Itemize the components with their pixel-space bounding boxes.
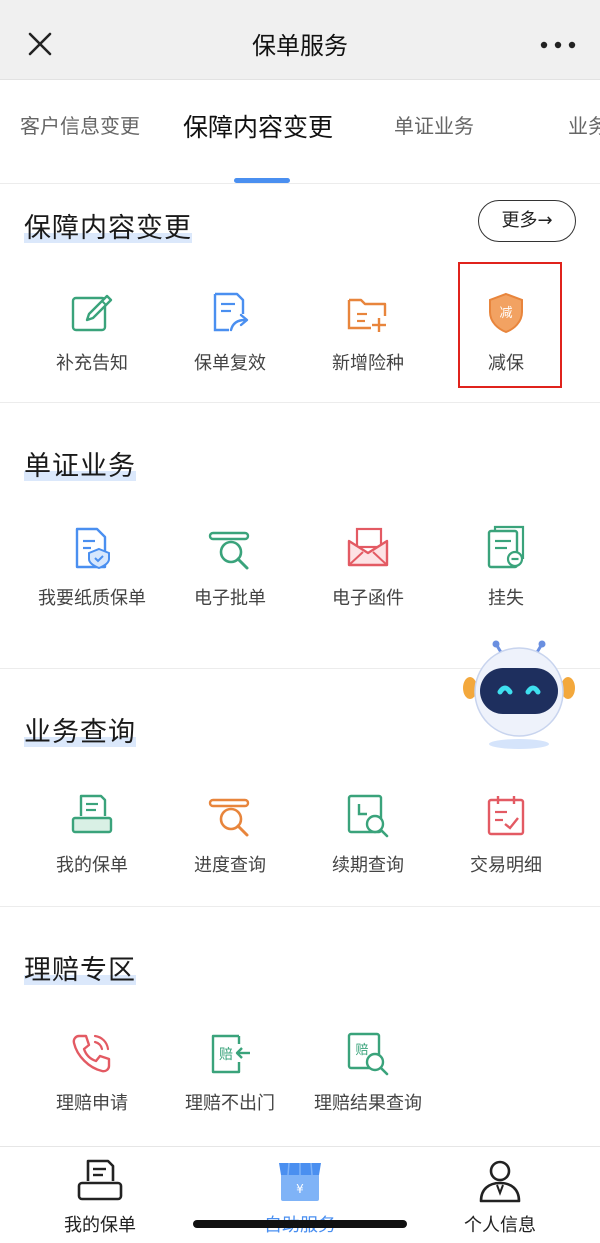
robot-assistant-icon[interactable] bbox=[458, 640, 580, 756]
edit-icon bbox=[71, 294, 113, 332]
claim-search-icon: 赔 bbox=[347, 1032, 389, 1076]
item-supplementary-notice[interactable]: 补充告知 bbox=[32, 290, 152, 377]
item-electronic-endorsement[interactable]: 电子批单 bbox=[170, 525, 290, 612]
store-icon: ¥ bbox=[279, 1162, 321, 1201]
item-claim-application[interactable]: 理赔申请 bbox=[32, 1030, 152, 1117]
folder-add-icon bbox=[347, 298, 387, 332]
item-electronic-letter[interactable]: 电子函件 bbox=[308, 525, 428, 612]
search-document-icon bbox=[208, 531, 250, 570]
svg-text:赔: 赔 bbox=[355, 1043, 368, 1058]
paper-policy-icon bbox=[75, 527, 110, 570]
item-transaction-details[interactable]: 交易明细 bbox=[446, 792, 566, 879]
divider bbox=[0, 402, 600, 403]
home-indicator bbox=[193, 1220, 407, 1228]
tab-coverage-change[interactable]: 保障内容变更 bbox=[183, 108, 333, 144]
item-report-loss[interactable]: 挂失 bbox=[446, 525, 566, 612]
item-add-coverage[interactable]: 新增险种 bbox=[308, 290, 428, 377]
item-policy-reinstatement[interactable]: 保单复效 bbox=[170, 290, 290, 377]
person-icon bbox=[479, 1160, 521, 1203]
page-title: 保单服务 bbox=[252, 32, 348, 60]
progress-search-icon bbox=[208, 798, 250, 837]
section-title-coverage: 保障内容变更 bbox=[24, 213, 192, 244]
section-title-query: 业务查询 bbox=[24, 717, 136, 748]
item-claim-result-query[interactable]: 赔 理赔结果查询 bbox=[308, 1030, 428, 1117]
title-bar: 保单服务 bbox=[0, 0, 600, 80]
item-claim-at-home[interactable]: 赔 理赔不出门 bbox=[170, 1030, 290, 1117]
item-paper-policy[interactable]: 我要纸质保单 bbox=[32, 525, 152, 612]
svg-text:赔: 赔 bbox=[219, 1047, 233, 1063]
nav-personal-info[interactable]: 个人信息 bbox=[430, 1157, 570, 1237]
divider bbox=[0, 906, 600, 907]
claim-arrow-icon: 赔 bbox=[211, 1034, 250, 1074]
printer-policy-icon bbox=[71, 794, 113, 834]
tab-business[interactable]: 业务 bbox=[568, 110, 600, 139]
renewal-search-icon bbox=[347, 794, 389, 838]
tab-customer-info[interactable]: 客户信息变更 bbox=[20, 110, 140, 139]
tab-documents[interactable]: 单证业务 bbox=[394, 110, 474, 139]
section-title-claims: 理赔专区 bbox=[24, 955, 136, 986]
item-renewal-query[interactable]: 续期查询 bbox=[308, 792, 428, 879]
svg-text:¥: ¥ bbox=[296, 1182, 304, 1196]
phone-icon bbox=[72, 1034, 111, 1073]
mail-icon bbox=[347, 527, 389, 567]
tab-bar: 客户信息变更 保障内容变更 单证业务 业务 bbox=[0, 80, 600, 184]
bottom-nav: 我的保单 ¥ 自助服务 个人信息 bbox=[0, 1146, 600, 1243]
highlight-frame bbox=[458, 262, 562, 388]
section-title-documents: 单证业务 bbox=[24, 451, 136, 482]
printer-icon bbox=[77, 1159, 123, 1201]
calendar-check-icon bbox=[487, 796, 525, 836]
report-loss-icon bbox=[487, 525, 525, 569]
nav-my-policy[interactable]: 我的保单 bbox=[30, 1157, 170, 1237]
active-tab-indicator bbox=[234, 178, 290, 183]
item-progress-query[interactable]: 进度查询 bbox=[170, 792, 290, 879]
item-my-policy[interactable]: 我的保单 bbox=[32, 792, 152, 879]
more-options-icon[interactable] bbox=[538, 34, 578, 56]
document-share-icon bbox=[213, 292, 249, 332]
more-button[interactable]: 更多→ bbox=[478, 200, 576, 242]
